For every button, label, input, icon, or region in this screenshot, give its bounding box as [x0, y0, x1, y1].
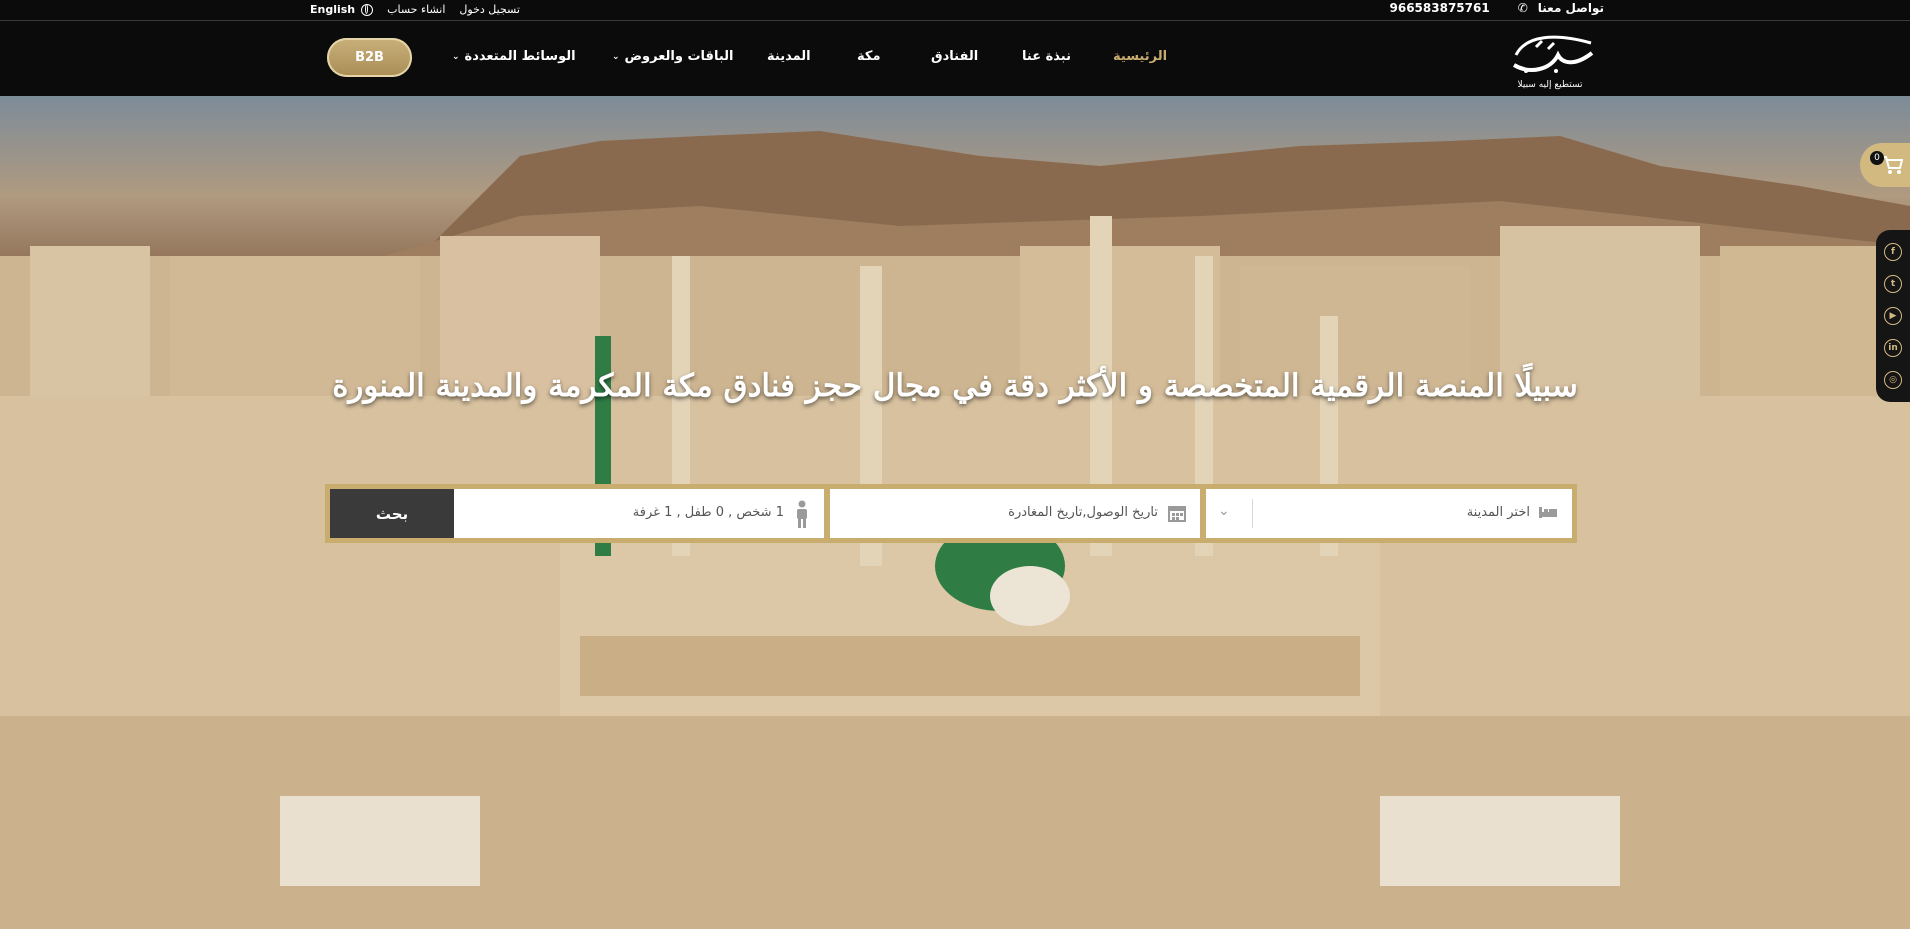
logo-mark: تستطيع إليه سبيلا — [1512, 35, 1594, 90]
chevron-down-icon: ⌄ — [452, 51, 460, 62]
person-icon — [794, 500, 810, 532]
b2b-button[interactable]: B2B — [327, 38, 412, 77]
globe-icon — [361, 3, 374, 16]
date-range-field[interactable]: تاريخ الوصول,تاريخ المغادرة — [830, 489, 1200, 538]
dates-placeholder: تاريخ الوصول,تاريخ المغادرة — [1008, 505, 1158, 520]
nav-item-label: نبذة عنا — [1022, 49, 1071, 64]
phone-icon: ✆ — [1517, 1, 1528, 15]
hero-banner: سبيلًا المنصة الرقمية المتخصصة و الأكثر … — [0, 96, 1910, 929]
nav-item-about[interactable]: نبذة عنا — [1022, 49, 1071, 64]
language-switcher[interactable]: English — [310, 3, 374, 16]
cart-button[interactable]: 0 — [1860, 143, 1910, 187]
site-logo[interactable]: تستطيع إليه سبيلا — [1496, 25, 1604, 93]
chevron-down-icon[interactable]: ⌄ — [1218, 503, 1230, 519]
login-link[interactable]: تسجيل دخول — [459, 3, 520, 16]
divider — [1252, 499, 1253, 528]
search-button[interactable]: بحث — [330, 489, 454, 538]
bed-icon — [1538, 504, 1558, 524]
nav-item-makkah[interactable]: مكة — [857, 49, 881, 64]
nav-item-multimedia[interactable]: ⌄ الوسائط المتعددة — [452, 49, 576, 64]
contact-label[interactable]: تواصل معنا — [1538, 1, 1604, 15]
cart-count-badge: 0 — [1870, 151, 1884, 165]
social-links: f t ▶ in ◎ — [1876, 230, 1910, 402]
city-skyline — [0, 216, 1910, 929]
register-link[interactable]: انشاء حساب — [387, 3, 445, 16]
city-placeholder: اختر المدينة — [1466, 505, 1530, 520]
nav-item-label: الرئيسية — [1113, 49, 1168, 64]
cart-icon — [1882, 156, 1903, 174]
language-label[interactable]: English — [310, 3, 355, 16]
guests-field[interactable]: 1 شخص , 0 طفل , 1 غرفة — [454, 489, 824, 538]
nav-item-madinah[interactable]: المدينة — [767, 49, 811, 64]
contact-us[interactable]: ✆ تواصل معنا — [1518, 1, 1604, 15]
instagram-icon[interactable]: ◎ — [1884, 371, 1902, 389]
phone-number[interactable]: 966583875761 — [1390, 1, 1490, 15]
nav-item-home[interactable]: الرئيسية — [1113, 49, 1167, 64]
youtube-icon[interactable]: ▶ — [1884, 307, 1902, 325]
nav-item-label: الوسائط المتعددة — [464, 49, 576, 64]
main-nav: B2B ⌄ الوسائط المتعددة ⌄ الباقات والعروض… — [0, 21, 1910, 96]
nav-item-hotels[interactable]: الفنادق — [931, 49, 978, 64]
nav-item-packages[interactable]: ⌄ الباقات والعروض — [612, 49, 733, 64]
top-bar: English انشاء حساب تسجيل دخول 9665838757… — [0, 0, 1910, 21]
linkedin-icon[interactable]: in — [1884, 339, 1902, 357]
logo-tagline: تستطيع إليه سبيلا — [1518, 80, 1583, 90]
guests-value: 1 شخص , 0 طفل , 1 غرفة — [632, 505, 784, 520]
nav-item-label: مكة — [857, 49, 881, 64]
nav-item-label: المدينة — [767, 49, 811, 64]
chevron-down-icon: ⌄ — [612, 51, 620, 62]
hero-title: سبيلًا المنصة الرقمية المتخصصة و الأكثر … — [332, 368, 1578, 404]
nav-item-label: الباقات والعروض — [624, 49, 734, 64]
twitter-icon[interactable]: t — [1884, 275, 1902, 293]
city-select[interactable]: اختر المدينة ⌄ — [1206, 489, 1572, 538]
facebook-icon[interactable]: f — [1884, 243, 1902, 261]
calendar-icon — [1168, 504, 1186, 526]
hotel-search-form: اختر المدينة ⌄ تاريخ الوصول,تاريخ المغاد… — [325, 484, 1577, 543]
nav-item-label: الفنادق — [931, 49, 979, 64]
